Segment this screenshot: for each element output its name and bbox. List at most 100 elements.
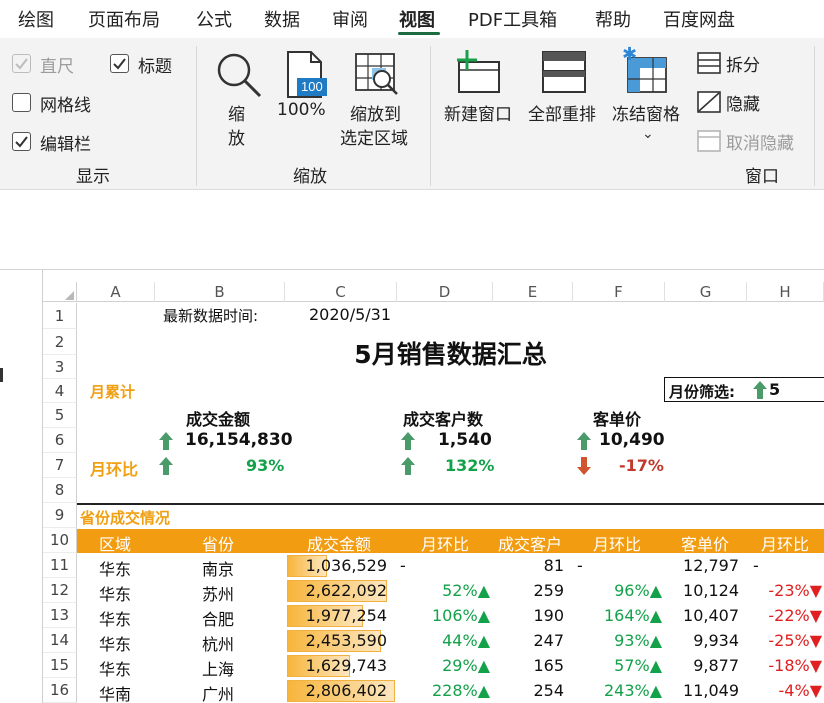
- table-header-region[interactable]: 区域: [99, 531, 131, 555]
- table-cell-amount-mom[interactable]: 228%▲: [396, 681, 490, 700]
- row-header[interactable]: 12: [43, 578, 77, 603]
- row-header[interactable]: 11: [43, 553, 77, 578]
- table-cell-customers[interactable]: 247: [490, 631, 564, 650]
- menu-baidu-netdisk[interactable]: 百度网盘: [663, 6, 735, 32]
- table-cell-region[interactable]: 华南: [99, 681, 131, 703]
- arrange-all-icon[interactable]: [541, 50, 587, 98]
- table-cell-price-mom[interactable]: -22%▼: [744, 606, 822, 625]
- menu-help[interactable]: 帮助: [595, 6, 631, 32]
- table-cell-price-mom[interactable]: -23%▼: [744, 581, 822, 600]
- menu-page-layout[interactable]: 页面布局: [88, 6, 160, 32]
- table-cell-price-mom[interactable]: -: [753, 556, 759, 575]
- menu-pdf-toolbox[interactable]: PDF工具箱: [468, 6, 557, 32]
- table-cell-amount-mom[interactable]: 29%▲: [396, 656, 490, 675]
- table-cell-customers[interactable]: 165: [490, 656, 564, 675]
- table-cell-region[interactable]: 华东: [99, 581, 131, 605]
- table-cell-province[interactable]: 苏州: [202, 581, 234, 605]
- menu-data[interactable]: 数据: [264, 6, 300, 32]
- row-header[interactable]: 2: [43, 329, 77, 355]
- table-cell-customers[interactable]: 259: [490, 581, 564, 600]
- table-header-customers-mom[interactable]: 月环比: [593, 531, 641, 555]
- freeze-panes-icon[interactable]: ✱: [622, 44, 670, 98]
- table-cell-customers-mom[interactable]: 243%▲: [570, 681, 662, 700]
- hide-icon[interactable]: [697, 91, 721, 117]
- table-cell-price-mom[interactable]: -18%▼: [744, 656, 822, 675]
- menu-draw[interactable]: 绘图: [18, 6, 54, 32]
- row-header[interactable]: 1: [43, 303, 77, 329]
- row-header[interactable]: 4: [43, 379, 77, 403]
- kpi-customers-mom[interactable]: 132%: [445, 456, 494, 475]
- row-header[interactable]: 7: [43, 453, 77, 478]
- row-header[interactable]: 9: [43, 503, 77, 528]
- table-cell-customers-mom[interactable]: 96%▲: [570, 581, 662, 600]
- column-header-b[interactable]: B: [155, 282, 285, 302]
- update-time-label[interactable]: 最新数据时间:: [163, 305, 258, 326]
- table-cell-region[interactable]: 华东: [99, 656, 131, 680]
- column-header-h[interactable]: H: [747, 282, 824, 302]
- menu-formulas[interactable]: 公式: [196, 6, 232, 32]
- table-cell-customers[interactable]: 190: [490, 606, 564, 625]
- table-header-amount[interactable]: 成交金额: [307, 531, 371, 555]
- table-cell-price[interactable]: 9,934: [660, 631, 739, 650]
- row-header[interactable]: 15: [43, 653, 77, 678]
- new-window-icon[interactable]: [455, 48, 503, 98]
- row-header[interactable]: 3: [43, 355, 77, 379]
- table-cell-amount[interactable]: 2,453,590: [287, 631, 387, 650]
- table-header-customers[interactable]: 成交客户: [498, 531, 562, 555]
- table-cell-amount[interactable]: 1,629,743: [287, 656, 387, 675]
- table-cell-province[interactable]: 南京: [202, 556, 234, 580]
- gridlines-checkbox[interactable]: [12, 93, 31, 112]
- table-cell-amount-mom[interactable]: -: [400, 556, 406, 575]
- table-cell-province[interactable]: 合肥: [202, 606, 234, 630]
- table-cell-amount[interactable]: 2,806,402: [287, 681, 387, 700]
- table-cell-amount[interactable]: 2,622,092: [287, 581, 387, 600]
- table-cell-price-mom[interactable]: -4%▼: [744, 681, 822, 700]
- row-header[interactable]: 5: [43, 403, 77, 428]
- column-header-e[interactable]: E: [493, 282, 573, 302]
- row-header[interactable]: 6: [43, 428, 77, 453]
- split-label[interactable]: 拆分: [726, 51, 760, 76]
- row-header[interactable]: 10: [43, 528, 77, 553]
- table-cell-customers[interactable]: 81: [490, 556, 564, 575]
- table-header-province[interactable]: 省份: [202, 531, 234, 555]
- kpi-customers-value[interactable]: 1,540: [438, 430, 492, 450]
- kpi-price-value[interactable]: 10,490: [599, 430, 665, 450]
- table-header-price-mom[interactable]: 月环比: [761, 531, 809, 555]
- table-cell-price[interactable]: 9,877: [660, 656, 739, 675]
- formula-bar-checkbox[interactable]: [12, 132, 31, 151]
- table-cell-price[interactable]: 10,124: [660, 581, 739, 600]
- menu-review[interactable]: 审阅: [332, 6, 368, 32]
- row-header[interactable]: 13: [43, 603, 77, 628]
- table-cell-region[interactable]: 华东: [99, 556, 131, 580]
- table-cell-customers[interactable]: 254: [490, 681, 564, 700]
- table-header-amount-mom[interactable]: 月环比: [421, 531, 469, 555]
- table-cell-price[interactable]: 12,797: [660, 556, 739, 575]
- select-all-corner[interactable]: [43, 282, 77, 302]
- column-header-g[interactable]: G: [665, 282, 747, 302]
- table-cell-customers-mom[interactable]: 164%▲: [570, 606, 662, 625]
- menu-view[interactable]: 视图: [399, 6, 435, 32]
- row-header[interactable]: 16: [43, 678, 77, 703]
- table-cell-amount[interactable]: 1,036,529: [287, 556, 387, 575]
- zoom-icon[interactable]: [214, 50, 264, 104]
- zoom-100-icon[interactable]: 100: [285, 50, 329, 104]
- headings-checkbox[interactable]: [110, 54, 129, 73]
- report-title[interactable]: 5月销售数据汇总: [77, 335, 824, 371]
- update-time-value[interactable]: 2020/5/31: [309, 305, 391, 324]
- table-cell-amount-mom[interactable]: 106%▲: [396, 606, 490, 625]
- kpi-amount-mom[interactable]: 93%: [246, 456, 284, 475]
- zoom-to-selection-icon[interactable]: [354, 52, 400, 102]
- table-cell-price[interactable]: 10,407: [660, 606, 739, 625]
- row-header[interactable]: 14: [43, 628, 77, 653]
- split-icon[interactable]: [697, 52, 721, 78]
- hide-label[interactable]: 隐藏: [726, 90, 760, 115]
- table-cell-province[interactable]: 上海: [202, 656, 234, 680]
- column-header-f[interactable]: F: [573, 282, 665, 302]
- table-cell-price[interactable]: 11,049: [660, 681, 739, 700]
- kpi-price-mom[interactable]: -17%: [619, 456, 664, 475]
- table-header-price[interactable]: 客单价: [681, 531, 729, 555]
- table-cell-region[interactable]: 华东: [99, 631, 131, 655]
- table-cell-province[interactable]: 杭州: [202, 631, 234, 655]
- column-header-c[interactable]: C: [285, 282, 397, 302]
- table-cell-province[interactable]: 广州: [202, 681, 234, 703]
